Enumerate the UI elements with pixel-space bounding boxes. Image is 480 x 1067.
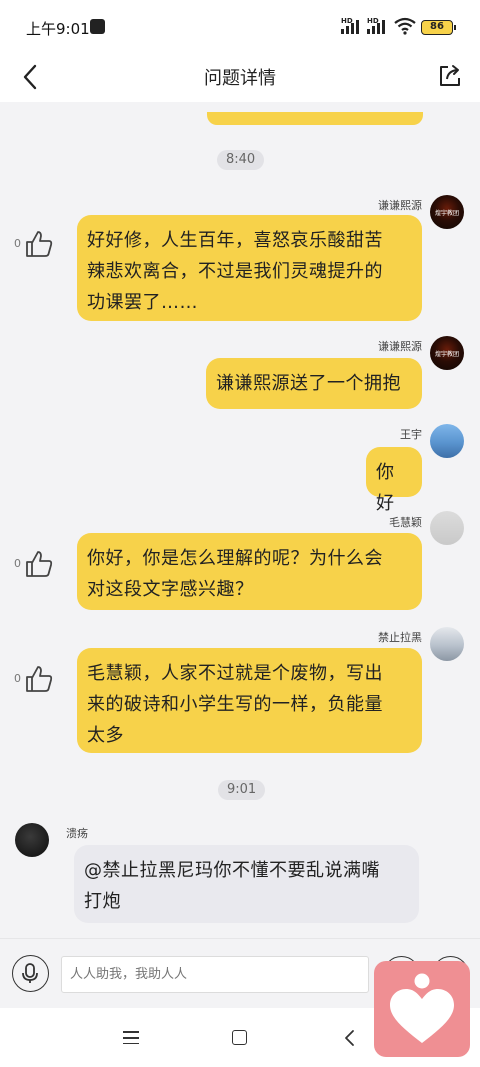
message-bubble[interactable]: 谦谦熙源送了一个拥抱: [206, 358, 422, 409]
message-bubble[interactable]: 你好: [366, 447, 422, 514]
timestamp: 8:40: [217, 150, 265, 170]
message-bubble[interactable]: @禁止拉黑尼玛你不懂不要乱说满嘴 打炮: [74, 845, 419, 923]
message-bubble[interactable]: 好好修，人生百年，喜怒哀乐酸甜苦 辣悲欢离合，不过是我们灵魂提升的 功课罢了……: [77, 215, 422, 321]
avatar[interactable]: [430, 627, 464, 661]
message-line: 好好修，人生百年，喜怒哀乐酸甜苦: [87, 230, 383, 251]
share-icon[interactable]: [436, 62, 464, 90]
message-line: 你好: [376, 462, 395, 514]
like-button[interactable]: 0: [14, 664, 58, 696]
message-line: @禁止拉黑尼玛你不懂不要乱说满嘴: [84, 860, 380, 881]
message-bubble[interactable]: 毛慧颖，人家不过就是个废物，写出 来的破诗和小学生写的一样，负能量 太多: [77, 648, 422, 753]
sender-name: 溃疡: [66, 827, 88, 840]
message-line: 毛慧颖，人家不过就是个废物，写出: [87, 663, 383, 684]
thumbs-up-icon: [26, 551, 53, 577]
sender-name: 谦谦熙源: [378, 199, 422, 212]
sender-name: 禁止拉黑: [378, 631, 422, 644]
thumbs-up-icon: [26, 231, 53, 257]
nav-bar: 问题详情: [0, 56, 480, 102]
like-button[interactable]: 0: [14, 229, 58, 261]
status-time: 上午9:01: [26, 20, 90, 38]
message-line: 辣悲欢离合，不过是我们灵魂提升的: [87, 261, 383, 282]
avatar-text: 煌宇教团: [434, 210, 459, 217]
page-title: 问题详情: [204, 68, 276, 89]
wifi-icon: [394, 17, 416, 35]
microphone-icon: [22, 963, 38, 983]
back-triangle-icon[interactable]: [340, 1028, 360, 1048]
notification-app-icon: [90, 19, 105, 34]
timestamp: 9:01: [218, 780, 266, 800]
thumbs-up-icon: [26, 666, 53, 692]
message-line: 功课罢了……: [87, 292, 198, 313]
menu-icon[interactable]: [123, 1031, 139, 1045]
sender-name: 毛慧颖: [389, 516, 422, 529]
like-count: 0: [14, 557, 21, 570]
avatar[interactable]: 煌宇教团: [430, 336, 464, 370]
sender-name: 谦谦熙源: [378, 340, 422, 353]
signal-icon: [341, 20, 359, 34]
like-count: 0: [14, 237, 21, 250]
message-line: 你好，你是怎么理解的呢？为什么会: [87, 548, 383, 569]
avatar[interactable]: 煌宇教团: [430, 195, 464, 229]
avatar-text: 煌宇教团: [434, 351, 459, 358]
floating-app-button[interactable]: [374, 961, 470, 1057]
chat-area[interactable]: 8:40 谦谦熙源 煌宇教团 0 好好修，人生百年，喜怒哀乐酸甜苦 辣悲欢离合，…: [0, 102, 480, 938]
avatar[interactable]: [430, 424, 464, 458]
avatar[interactable]: [15, 823, 49, 857]
like-count: 0: [14, 672, 21, 685]
message-line: 来的破诗和小学生写的一样，负能量: [87, 694, 383, 715]
previous-message-bubble: [207, 112, 423, 125]
status-bar: 上午9:01 HD HD 86: [0, 0, 480, 56]
battery-icon: 86: [421, 20, 456, 35]
sender-name: 王宇: [400, 428, 422, 441]
message-line: 打炮: [84, 891, 121, 912]
heart-person-icon: [390, 973, 454, 1043]
voice-button[interactable]: [12, 955, 49, 992]
avatar[interactable]: [430, 511, 464, 545]
message-line: 对这段文字感兴趣？: [87, 579, 254, 600]
message-input[interactable]: [61, 956, 369, 993]
message-line: 太多: [87, 725, 124, 746]
signal-icon-2: [367, 20, 385, 34]
message-bubble[interactable]: 你好，你是怎么理解的呢？为什么会 对这段文字感兴趣？: [77, 533, 422, 610]
like-button[interactable]: 0: [14, 549, 58, 581]
home-icon[interactable]: [232, 1030, 247, 1045]
message-line: 谦谦熙源送了一个拥抱: [216, 373, 401, 394]
